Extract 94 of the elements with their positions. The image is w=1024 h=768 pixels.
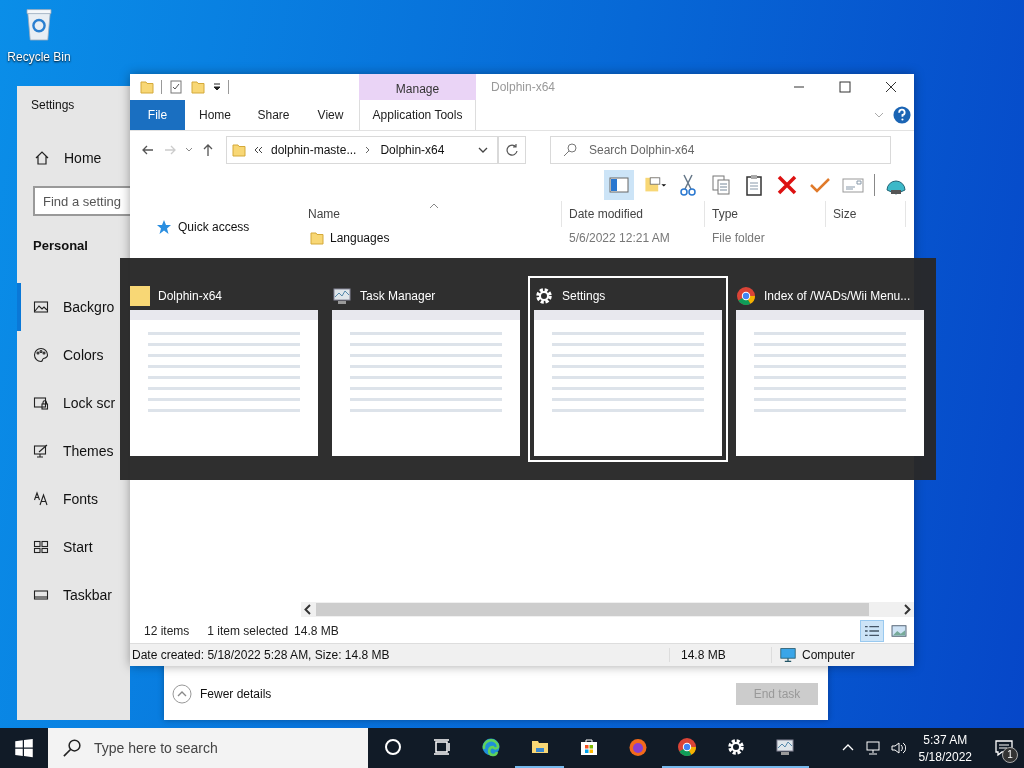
browser-icon — [676, 737, 697, 757]
window-title: Settings — [31, 98, 76, 112]
search-field[interactable]: Find a setting — [33, 186, 130, 216]
star-icon — [156, 219, 172, 235]
browser-icon — [627, 737, 648, 757]
navigation-pane-icon[interactable] — [604, 170, 634, 200]
ribbon-tab[interactable]: View — [302, 100, 359, 130]
volume-icon[interactable] — [889, 740, 906, 756]
refresh-button[interactable] — [498, 136, 526, 164]
ribbon-tab[interactable]: Home — [185, 100, 245, 130]
home-icon[interactable] — [34, 150, 50, 166]
task-switcher-item[interactable]: Task Manager — [326, 276, 526, 462]
notification-count: 1 — [1002, 747, 1018, 763]
table-cell-text: 5/6/2022 12:21 AM — [568, 231, 671, 245]
window-title: Dolphin-x64 — [158, 289, 223, 303]
context-ribbon-tab[interactable]: Application Tools — [359, 100, 476, 130]
recycle-bin-icon[interactable] — [23, 6, 55, 42]
circle-icon — [382, 737, 403, 757]
navigation-item[interactable]: Quick access — [178, 220, 250, 234]
sort-caret-icon — [429, 203, 439, 209]
search-field[interactable]: Type here to search — [48, 728, 368, 768]
selection-status: 1 item selected — [207, 624, 289, 638]
column-header[interactable]: Type — [705, 201, 826, 227]
folder-icon — [309, 230, 325, 246]
task-switcher-item[interactable]: Index of /WADs/Wii Menu... — [730, 276, 930, 462]
help-icon[interactable] — [893, 106, 911, 124]
window-title: Index of /WADs/Wii Menu... — [764, 289, 911, 303]
browser-icon — [480, 737, 501, 757]
task-view-icon — [431, 737, 452, 757]
fonts-icon — [33, 491, 49, 507]
search-icon — [62, 738, 82, 758]
network-icon[interactable] — [864, 740, 881, 756]
clock-time[interactable]: 5:37 AM — [923, 732, 968, 747]
computer-icon — [780, 647, 796, 663]
task-switcher-item[interactable]: Settings — [528, 276, 728, 462]
settings-icon — [534, 286, 554, 306]
delete-icon[interactable] — [775, 173, 799, 197]
item-count: 12 items — [144, 624, 190, 638]
picture-icon — [33, 299, 49, 315]
search-icon — [562, 142, 578, 158]
selection-size: 14.8 MB — [294, 624, 339, 638]
context-tab-header: Manage — [359, 74, 476, 100]
horizontal-scrollbar[interactable] — [301, 602, 914, 617]
taskbar-icon — [33, 587, 49, 603]
sidebar-item[interactable]: Lock scr — [17, 379, 116, 427]
window-title: Settings — [562, 289, 606, 303]
column-header[interactable]: Size — [826, 201, 906, 227]
breadcrumb[interactable]: dolphin-maste... — [271, 143, 357, 157]
lock-icon — [33, 395, 49, 411]
browser-icon — [736, 286, 756, 306]
window-title: Dolphin-x64 — [491, 80, 556, 94]
settings-icon — [725, 737, 746, 757]
section-heading: Personal — [33, 238, 89, 253]
sidebar-item[interactable]: Start — [17, 523, 93, 571]
location-text: Computer — [802, 648, 855, 662]
clock-date[interactable]: 5/18/2022 — [918, 749, 972, 764]
file-name[interactable]: Languages — [330, 231, 390, 245]
details-view-button[interactable] — [860, 620, 884, 642]
file-tab[interactable]: File — [130, 100, 185, 130]
picture-icon — [890, 624, 908, 638]
sidebar-item[interactable]: Colors — [17, 331, 104, 379]
details-list-icon — [863, 624, 881, 638]
refresh-icon — [504, 142, 520, 158]
task-switcher-item[interactable]: Dolphin-x64 — [124, 276, 324, 462]
dropdown-icon[interactable] — [212, 82, 222, 92]
breadcrumb[interactable]: Dolphin-x64 — [380, 143, 445, 157]
sidebar-item[interactable]: Backgro — [17, 283, 115, 331]
notifications-icon[interactable] — [994, 738, 1014, 758]
overflow-icon[interactable] — [253, 144, 265, 156]
details-text: Date created: 5/18/2022 5:28 AM, Size: 14.8 MB — [131, 648, 391, 662]
address-bar[interactable]: dolphin-maste... Dolphin-x64 — [226, 136, 498, 164]
windows-logo-icon — [14, 738, 34, 758]
ribbon-tab[interactable]: Share — [245, 100, 302, 130]
sidebar-item[interactable]: Themes — [17, 427, 114, 475]
collapse-icon[interactable] — [172, 684, 192, 704]
palette-icon — [33, 347, 49, 363]
fewer-details-link[interactable]: Fewer details — [200, 687, 728, 701]
monitor-icon — [332, 286, 352, 306]
monitor-icon — [774, 737, 795, 757]
sidebar-item[interactable]: Taskbar — [17, 571, 113, 619]
column-header[interactable]: Name — [301, 201, 562, 227]
themes-icon — [33, 443, 49, 459]
size-text: 14.8 MB — [669, 648, 771, 662]
start-icon — [33, 539, 49, 555]
table-cell-text: File folder — [711, 231, 766, 245]
home-link[interactable]: Home — [64, 150, 102, 166]
properties-icon[interactable] — [168, 79, 184, 95]
folder-icon — [130, 286, 150, 306]
folder-icon — [231, 142, 247, 158]
column-header[interactable]: Date modified — [562, 201, 705, 227]
sidebar-item[interactable]: Fonts — [17, 475, 98, 523]
desktop-icon-label[interactable]: Recycle Bin — [7, 50, 71, 64]
window-title: Task Manager — [360, 289, 436, 303]
shopping-bag-icon — [578, 737, 599, 757]
